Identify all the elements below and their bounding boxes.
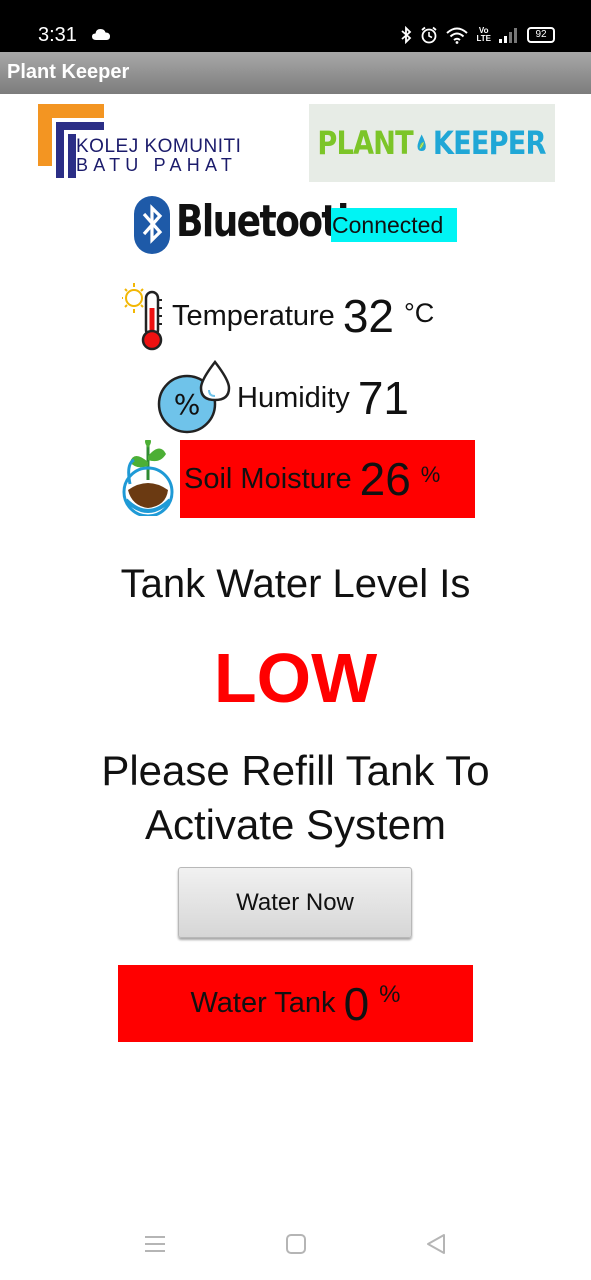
water-drop-leaf-icon xyxy=(417,134,427,152)
college-logo: KOLEJ KOMUNITI BATU PAHAT xyxy=(38,104,250,182)
system-nav-bar xyxy=(0,1210,591,1280)
water-tank-unit: % xyxy=(379,981,401,1008)
status-icons: Vo LTE 92 xyxy=(400,24,555,46)
bluetooth-icon xyxy=(134,196,170,254)
tank-level-status: LOW xyxy=(213,639,378,717)
status-time: 3:31 xyxy=(38,24,77,46)
home-square-icon[interactable] xyxy=(284,1232,308,1256)
app-bar: Plant Keeper xyxy=(0,52,591,94)
soil-plant-icon xyxy=(122,440,174,516)
humidity-row: % Humidity 71 xyxy=(157,360,409,436)
plant-keeper-logo: PLANT KEEPER xyxy=(309,104,555,182)
alarm-icon xyxy=(421,26,438,44)
temperature-label: Temperature xyxy=(172,299,335,332)
svg-text:%: % xyxy=(174,388,201,421)
water-tank-panel: Water Tank 0 % xyxy=(118,965,473,1042)
humidity-label: Humidity xyxy=(237,381,350,414)
soil-moisture-value: 26 xyxy=(359,453,411,505)
refill-message: Please Refill Tank To Activate System xyxy=(0,744,591,852)
college-name-line2: BATU PAHAT xyxy=(76,155,238,175)
soil-moisture-unit: % xyxy=(420,462,441,487)
bluetooth-status-icon xyxy=(401,26,412,44)
temperature-value: 32 xyxy=(342,290,394,342)
app-title: Plant Keeper xyxy=(7,61,130,83)
volte-badge: Vo LTE xyxy=(476,26,491,43)
temperature-row: Temperature 32 °C xyxy=(122,280,434,352)
humidity-icon: % xyxy=(157,360,231,434)
cloud-icon xyxy=(92,29,110,40)
signal-icon xyxy=(499,28,517,43)
bluetooth-status: Connected xyxy=(331,208,457,242)
water-tank-value: 0 xyxy=(343,977,370,1030)
soil-moisture-label: Soil Moisture xyxy=(184,462,352,495)
refill-message-line1: Please Refill Tank To xyxy=(101,747,490,794)
water-now-button[interactable]: Water Now xyxy=(178,867,412,938)
logo-text-plant: PLANT xyxy=(317,124,413,162)
tank-level-heading: Tank Water Level Is xyxy=(120,562,471,606)
refill-message-line2: Activate System xyxy=(144,801,447,848)
water-tank-label: Water Tank xyxy=(190,987,336,1019)
humidity-value: 71 xyxy=(357,372,409,424)
temperature-unit: °C xyxy=(403,298,435,328)
back-triangle-icon[interactable] xyxy=(424,1232,448,1256)
wifi-icon xyxy=(446,27,469,44)
battery-icon: 92 xyxy=(527,27,555,43)
thermometer-sun-icon xyxy=(122,283,163,351)
menu-icon[interactable] xyxy=(143,1232,167,1256)
logo-text-keeper: KEEPER xyxy=(432,124,546,162)
status-bar: 3:31 Vo LTE 92 xyxy=(0,0,591,52)
soil-moisture-panel: Soil Moisture 26 % xyxy=(180,440,475,518)
